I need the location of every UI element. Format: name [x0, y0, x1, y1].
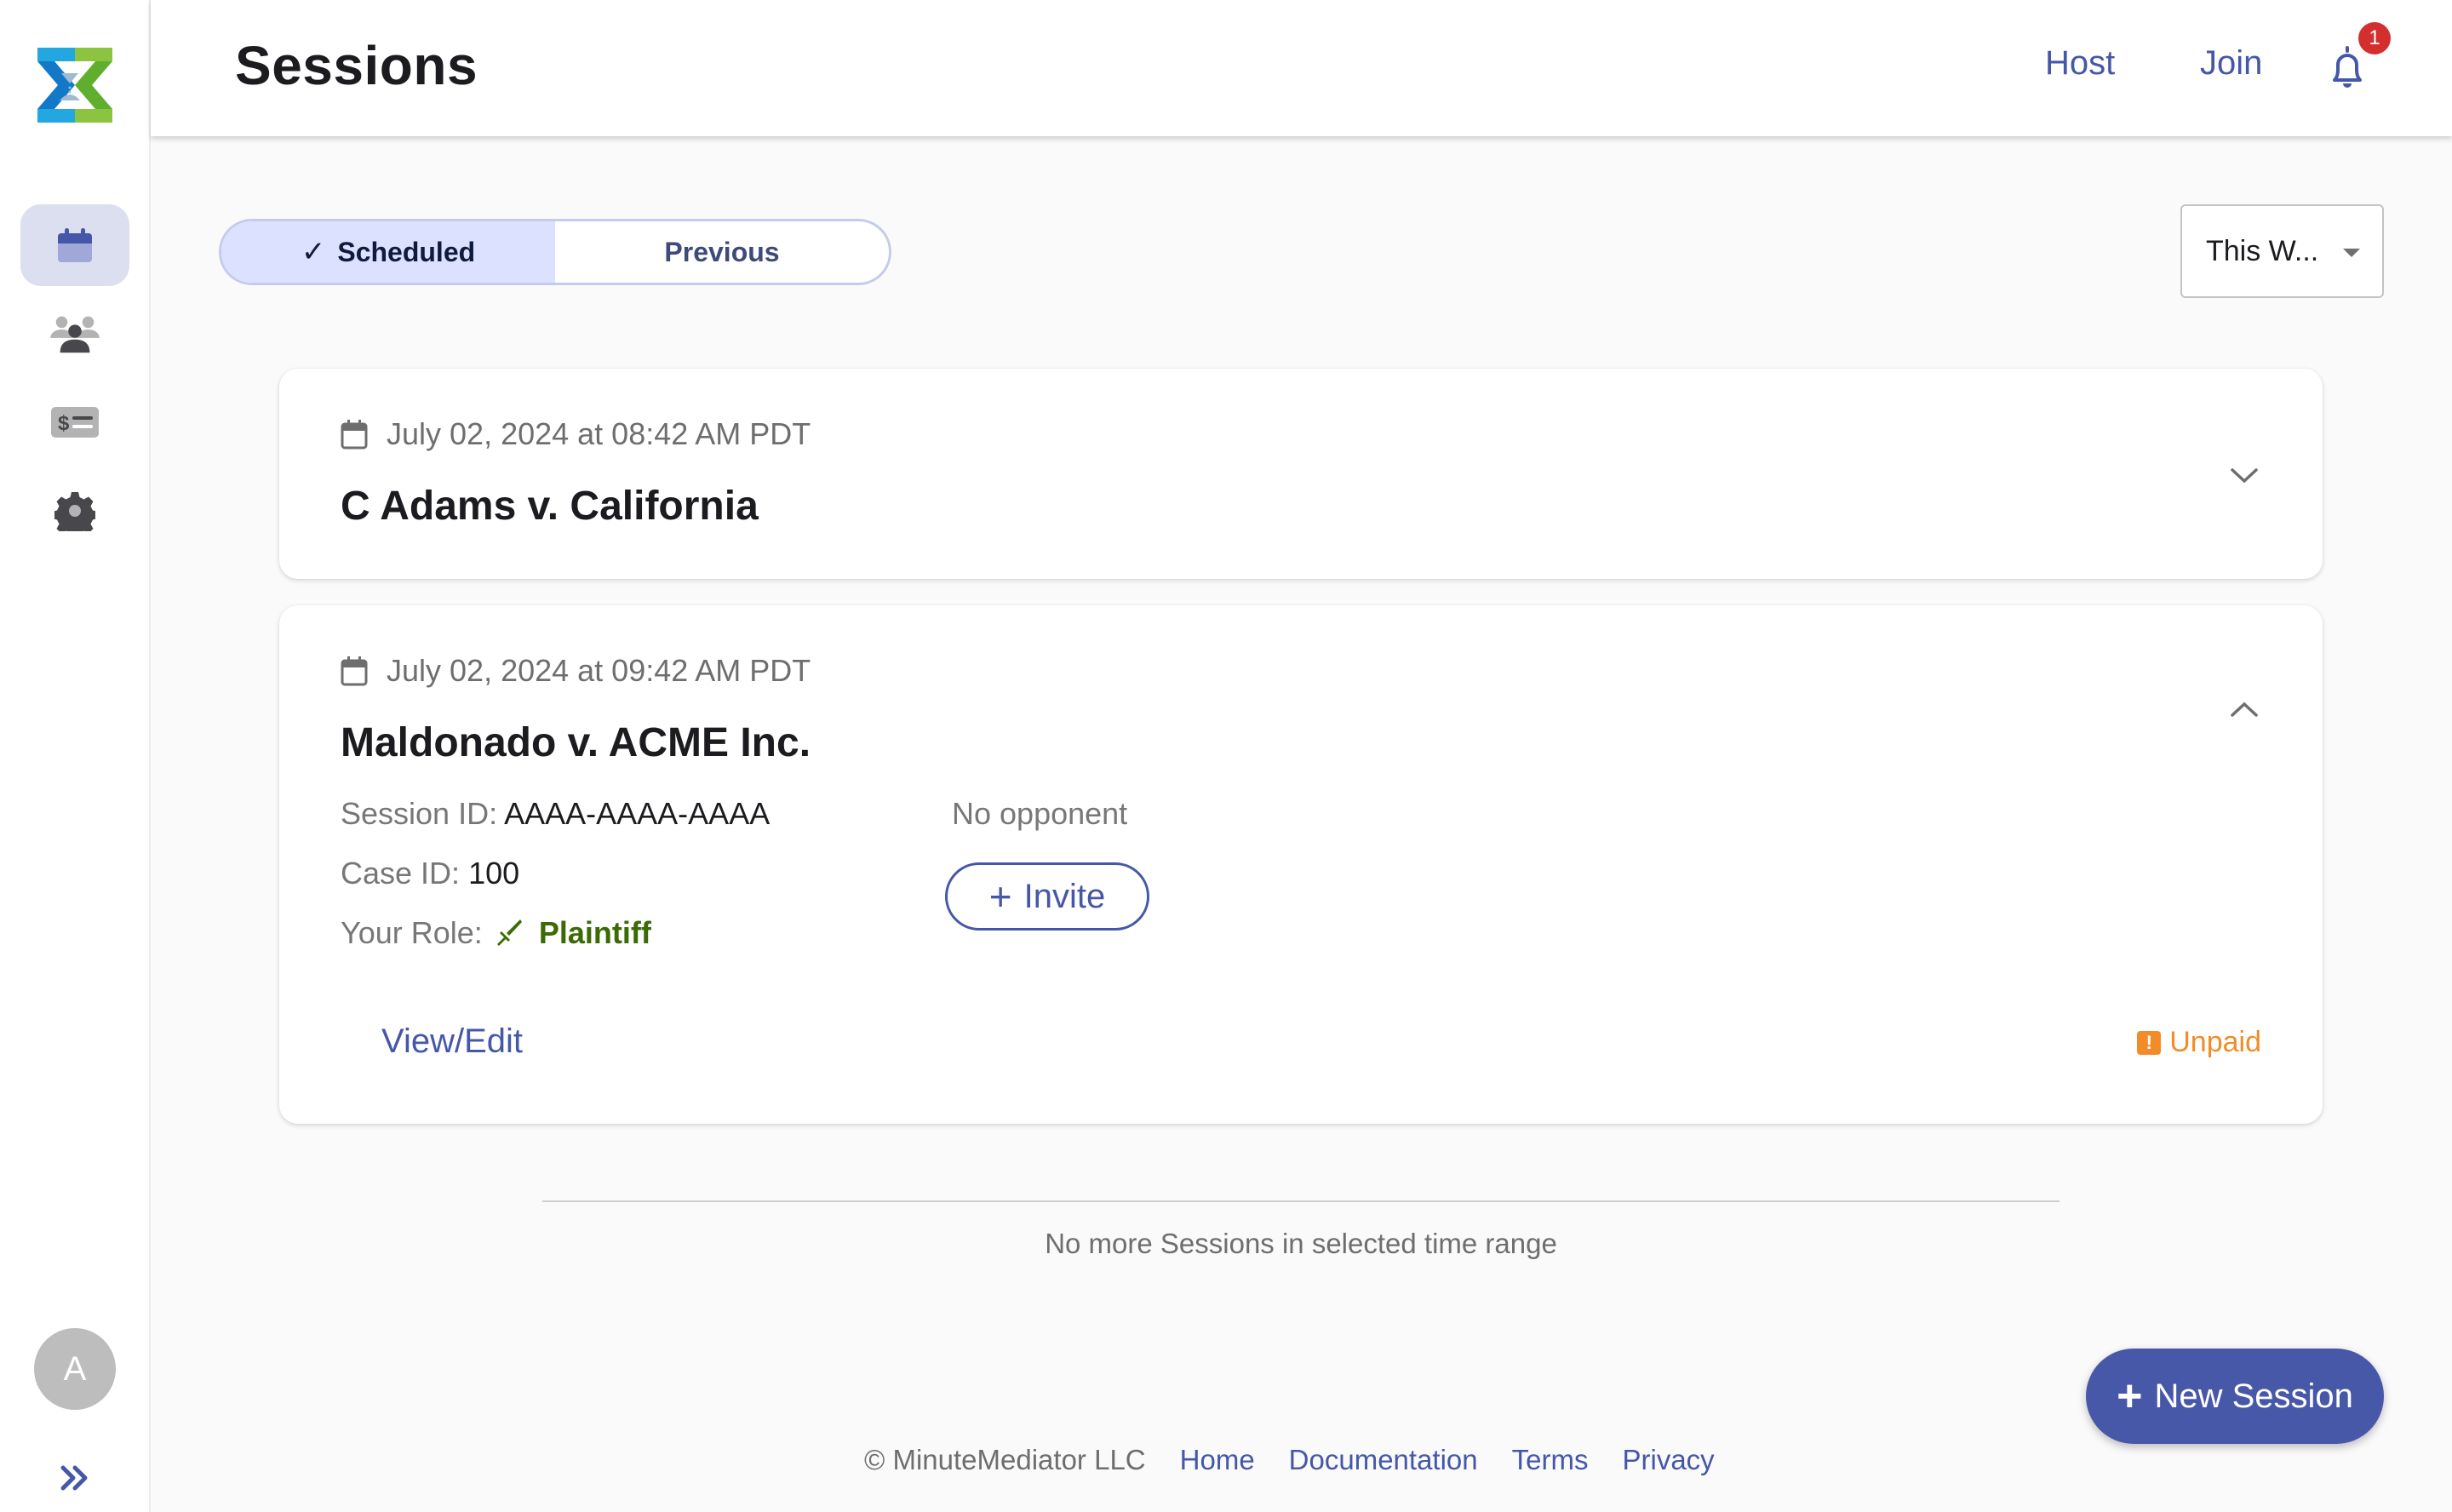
footer-link-terms[interactable]: Terms	[1512, 1444, 1589, 1476]
sidebar-item-settings[interactable]	[20, 470, 129, 552]
session-date: July 02, 2024 at 09:42 AM PDT	[341, 653, 811, 689]
case-id-row: Case ID: 100	[341, 856, 519, 891]
join-link[interactable]: Join	[2200, 44, 2262, 83]
tab-scheduled[interactable]: ✓ Scheduled	[221, 221, 555, 283]
time-range-value: This W...	[2206, 235, 2319, 267]
list-end-message: No more Sessions in selected time range	[1045, 1228, 1557, 1259]
svg-text:$: $	[58, 412, 70, 435]
dropdown-arrow-icon	[2343, 249, 2360, 257]
calendar-icon	[341, 656, 368, 686]
role-value: Plaintiff	[538, 915, 651, 950]
warning-icon: !	[2137, 1030, 2162, 1055]
opponent-status: No opponent	[952, 796, 1128, 831]
plus-icon: +	[2117, 1372, 2143, 1421]
session-id-label: Session ID:	[341, 796, 498, 831]
sidebar-item-billing[interactable]: $	[20, 381, 129, 463]
chevron-down-icon[interactable]	[2229, 465, 2260, 485]
view-edit-link[interactable]: View/Edit	[381, 1022, 523, 1061]
invite-button[interactable]: + Invite	[945, 862, 1149, 931]
page-title: Sessions	[235, 35, 478, 96]
session-filter-toggle: ✓ Scheduled Previous	[219, 219, 891, 285]
sidebar-item-contacts[interactable]	[20, 292, 129, 374]
session-date: July 02, 2024 at 08:42 AM PDT	[341, 416, 811, 452]
footer-link-privacy[interactable]: Privacy	[1622, 1444, 1714, 1476]
tab-scheduled-label: Scheduled	[337, 236, 476, 267]
session-title: Maldonado v. ACME Inc.	[341, 720, 811, 765]
footer-link-home[interactable]: Home	[1180, 1444, 1255, 1476]
billing-icon: $	[51, 407, 99, 438]
notification-badge: 1	[2358, 22, 2391, 54]
bell-icon[interactable]	[2326, 44, 2369, 92]
double-chevron-right-icon[interactable]	[58, 1461, 92, 1495]
session-id-value: AAAA-AAAA-AAAA	[504, 796, 771, 831]
session-date-text: July 02, 2024 at 09:42 AM PDT	[387, 653, 811, 688]
calendar-icon	[341, 420, 368, 450]
payment-status-text: Unpaid	[2169, 1026, 2261, 1058]
gear-icon	[54, 492, 95, 531]
chevron-up-icon[interactable]	[2229, 700, 2260, 720]
sword-icon	[496, 919, 522, 946]
session-title: C Adams v. California	[341, 484, 759, 529]
sidebar-item-sessions[interactable]	[20, 204, 129, 286]
avatar[interactable]: A	[34, 1328, 116, 1410]
new-session-label: New Session	[2154, 1377, 2353, 1415]
sidebar: $ A	[0, 0, 151, 1512]
time-range-select[interactable]: This W...	[2180, 204, 2384, 298]
case-id-value: 100	[468, 856, 520, 891]
minutemediator-logo[interactable]	[37, 48, 112, 123]
role-label: Your Role:	[341, 915, 483, 950]
role-row: Your Role: Plaintiff	[341, 915, 651, 951]
people-icon	[49, 316, 100, 353]
invite-label: Invite	[1023, 877, 1106, 915]
copyright: © MinuteMediator LLC	[864, 1444, 1146, 1475]
calendar-icon	[58, 228, 92, 262]
check-icon: ✓	[301, 236, 326, 268]
list-end-divider	[542, 1200, 2060, 1202]
session-id-row: Session ID: AAAA-AAAA-AAAA	[341, 796, 770, 832]
tab-previous[interactable]: Previous	[555, 221, 889, 283]
case-id-label: Case ID:	[341, 856, 461, 891]
host-link[interactable]: Host	[2045, 44, 2115, 83]
payment-status: ! Unpaid	[2137, 1026, 2261, 1059]
footer-link-documentation[interactable]: Documentation	[1289, 1444, 1478, 1476]
tab-previous-label: Previous	[664, 236, 780, 267]
new-session-button[interactable]: + New Session	[2086, 1349, 2384, 1444]
plus-icon: +	[988, 874, 1012, 919]
session-card[interactable]: July 02, 2024 at 08:42 AM PDT C Adams v.…	[279, 369, 2323, 579]
footer: © MinuteMediator LLC Home Documentation …	[864, 1444, 1715, 1476]
session-card[interactable]: July 02, 2024 at 09:42 AM PDT Maldonado …	[279, 605, 2323, 1124]
session-date-text: July 02, 2024 at 08:42 AM PDT	[387, 416, 811, 451]
